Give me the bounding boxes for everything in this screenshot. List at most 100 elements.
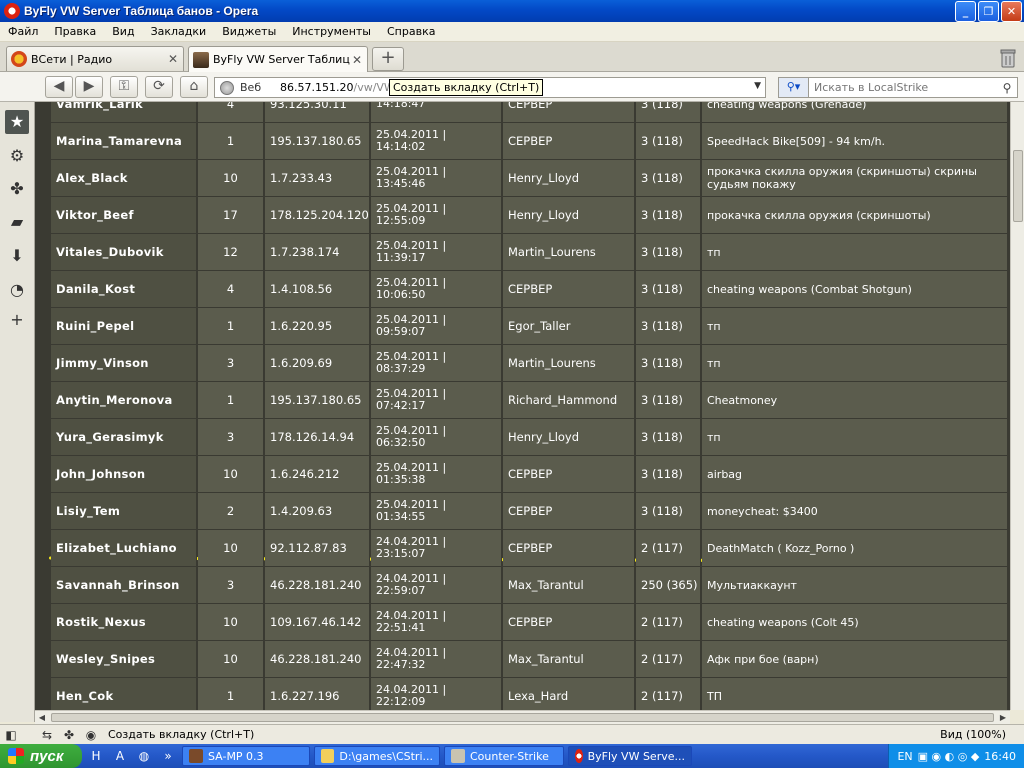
notes-icon[interactable]: ▰ [5, 210, 29, 234]
table-row: Vitales_Dubovik 12 1.7.238.174 25.04.2011 |… [51, 234, 1008, 271]
player-name: Lisiy_Tem [51, 493, 197, 529]
menu-widgets[interactable]: Виджеты [214, 25, 284, 38]
close-tab-icon[interactable]: ✕ [167, 52, 179, 66]
minimize-button[interactable]: _ [955, 0, 976, 22]
ban-date: 25.04.2011 | 06:32:50 [371, 419, 502, 455]
menu-edit[interactable]: Правка [46, 25, 104, 38]
quicklaunch-more-icon[interactable]: » [158, 746, 178, 766]
task-folder[interactable]: D:\games\CStri... [314, 746, 440, 766]
ban-days: 2 (117) [636, 678, 701, 710]
ban-reason: Мультиаккаунт [702, 567, 1008, 603]
ip-address: 1.6.246.212 [265, 456, 370, 492]
bookmarks-panel-icon[interactable]: ★ [5, 110, 29, 134]
forward-button[interactable]: ▶ [75, 76, 103, 98]
ip-address: 1.7.233.43 [265, 160, 370, 196]
add-panel-icon[interactable]: + [5, 308, 29, 332]
player-level: 12 [198, 234, 264, 270]
ip-address: 1.4.209.63 [265, 493, 370, 529]
restore-button[interactable]: ❐ [978, 0, 999, 22]
player-level: 10 [198, 604, 264, 640]
close-tab-icon[interactable]: ✕ [351, 53, 363, 67]
ban-days: 3 (118) [636, 123, 701, 159]
player-name: Jimmy_Vinson [51, 345, 197, 381]
search-engine-icon[interactable]: ⚲▾ [779, 78, 809, 97]
new-tab-button[interactable]: + [372, 47, 404, 71]
quicklaunch-globe-icon[interactable]: ◍ [134, 746, 154, 766]
address-scheme-label: Веб [240, 81, 262, 94]
banned-by: Henry_Lloyd [503, 160, 635, 196]
menu-bookmarks[interactable]: Закладки [143, 25, 215, 38]
scrollbar-thumb[interactable] [1013, 150, 1023, 222]
task-samp[interactable]: SA-MP 0.3 [182, 746, 310, 766]
wand-button[interactable]: ⚿ [110, 76, 138, 98]
task-label: SA-MP 0.3 [208, 749, 264, 763]
language-indicator[interactable]: EN [897, 750, 912, 763]
vertical-scrollbar[interactable] [1010, 102, 1024, 710]
ip-address: 93.125.30.11 [265, 102, 370, 122]
banned-by: СЕРВЕР [503, 271, 635, 307]
ban-reason: DeathMatch ( Kozz_Porno ) [702, 530, 1008, 566]
tab-ban-table[interactable]: ByFly VW Server Таблиц... ✕ [188, 46, 368, 72]
horizontal-scrollbar[interactable]: ◀ ▶ [35, 710, 1010, 724]
scrollbar-thumb[interactable] [51, 713, 994, 722]
ban-reason: Афк при бое (варн) [702, 641, 1008, 677]
start-button[interactable]: пуск [0, 744, 82, 768]
table-row: Jimmy_Vinson 3 1.6.209.69 25.04.2011 | 08:3… [51, 345, 1008, 382]
chevron-down-icon[interactable]: ▼ [754, 81, 761, 91]
quicklaunch-h-icon[interactable]: H [86, 746, 106, 766]
ban-table: Vamrik_Larik 4 93.125.30.11 14:18:47 СЕРВЕР 3… [35, 102, 1010, 710]
quicklaunch-a-icon[interactable]: A [110, 746, 130, 766]
player-name: Wesley_Snipes [51, 641, 197, 677]
player-level: 10 [198, 641, 264, 677]
scroll-right-icon[interactable]: ▶ [996, 711, 1010, 724]
menu-view[interactable]: Вид [104, 25, 142, 38]
search-input[interactable] [809, 81, 997, 94]
zoom-control[interactable]: Вид (100%) [940, 728, 1006, 741]
turbo-icon[interactable]: ◉ [80, 728, 102, 742]
table-row: Wesley_Snipes 10 46.228.181.240 24.04.2011 … [51, 641, 1008, 678]
ip-address: 1.6.220.95 [265, 308, 370, 344]
ban-days: 3 (118) [636, 456, 701, 492]
table-row: Elizabet_Luchiano 10 92.112.87.83 24.04.201… [51, 530, 1008, 567]
unite-status-icon[interactable]: ✤ [58, 728, 80, 742]
history-icon[interactable]: ◔ [5, 278, 29, 302]
home-button[interactable]: ⌂ [180, 76, 208, 98]
ban-days: 3 (118) [636, 419, 701, 455]
player-name: Elizabet_Luchiano [51, 530, 197, 566]
table-row: Marina_Tamarevna 1 195.137.180.65 25.04.201… [51, 123, 1008, 160]
ban-reason: cheating weapons (Grenade) [702, 102, 1008, 122]
back-button[interactable]: ◀ [45, 76, 73, 98]
player-name: Hen_Cok [51, 678, 197, 710]
ban-days: 3 (118) [636, 493, 701, 529]
panel-toggle-icon[interactable]: ◧ [0, 728, 22, 742]
counter-strike-icon [451, 749, 465, 763]
tray-icons[interactable]: ▣ ◉ ◐ ◎ ◆ [918, 750, 980, 763]
ban-date: 25.04.2011 | 09:59:07 [371, 308, 502, 344]
menu-file[interactable]: Файл [0, 25, 46, 38]
downloads-icon[interactable]: ⬇ [5, 244, 29, 268]
task-opera[interactable]: ByFly VW Serve... [568, 746, 692, 766]
search-icon[interactable]: ⚲ [997, 81, 1017, 95]
banned-by: СЕРВЕР [503, 123, 635, 159]
sync-icon[interactable]: ⇆ [36, 728, 58, 742]
menu-help[interactable]: Справка [379, 25, 443, 38]
trash-icon[interactable] [998, 47, 1018, 69]
ban-date: 25.04.2011 | 08:37:29 [371, 345, 502, 381]
task-label: ByFly VW Serve... [587, 749, 685, 763]
ip-address: 178.126.14.94 [265, 419, 370, 455]
reload-button[interactable]: ⟳ [145, 76, 173, 98]
ban-days: 250 (365) [636, 567, 701, 603]
menu-tools[interactable]: Инструменты [284, 25, 379, 38]
gear-icon[interactable]: ⚙ [5, 144, 29, 168]
banned-by: Richard_Hammond [503, 382, 635, 418]
unite-icon[interactable]: ✤ [5, 177, 29, 201]
player-level: 10 [198, 160, 264, 196]
ban-days: 2 (117) [636, 604, 701, 640]
ip-address: 1.6.227.196 [265, 678, 370, 710]
task-counter-strike[interactable]: Counter-Strike [444, 746, 564, 766]
close-button[interactable]: ✕ [1001, 0, 1022, 22]
ban-date: 25.04.2011 | 07:42:17 [371, 382, 502, 418]
player-level: 4 [198, 102, 264, 122]
tab-radio[interactable]: ВСети | Радио ✕ [6, 46, 184, 71]
scroll-left-icon[interactable]: ◀ [35, 711, 49, 724]
